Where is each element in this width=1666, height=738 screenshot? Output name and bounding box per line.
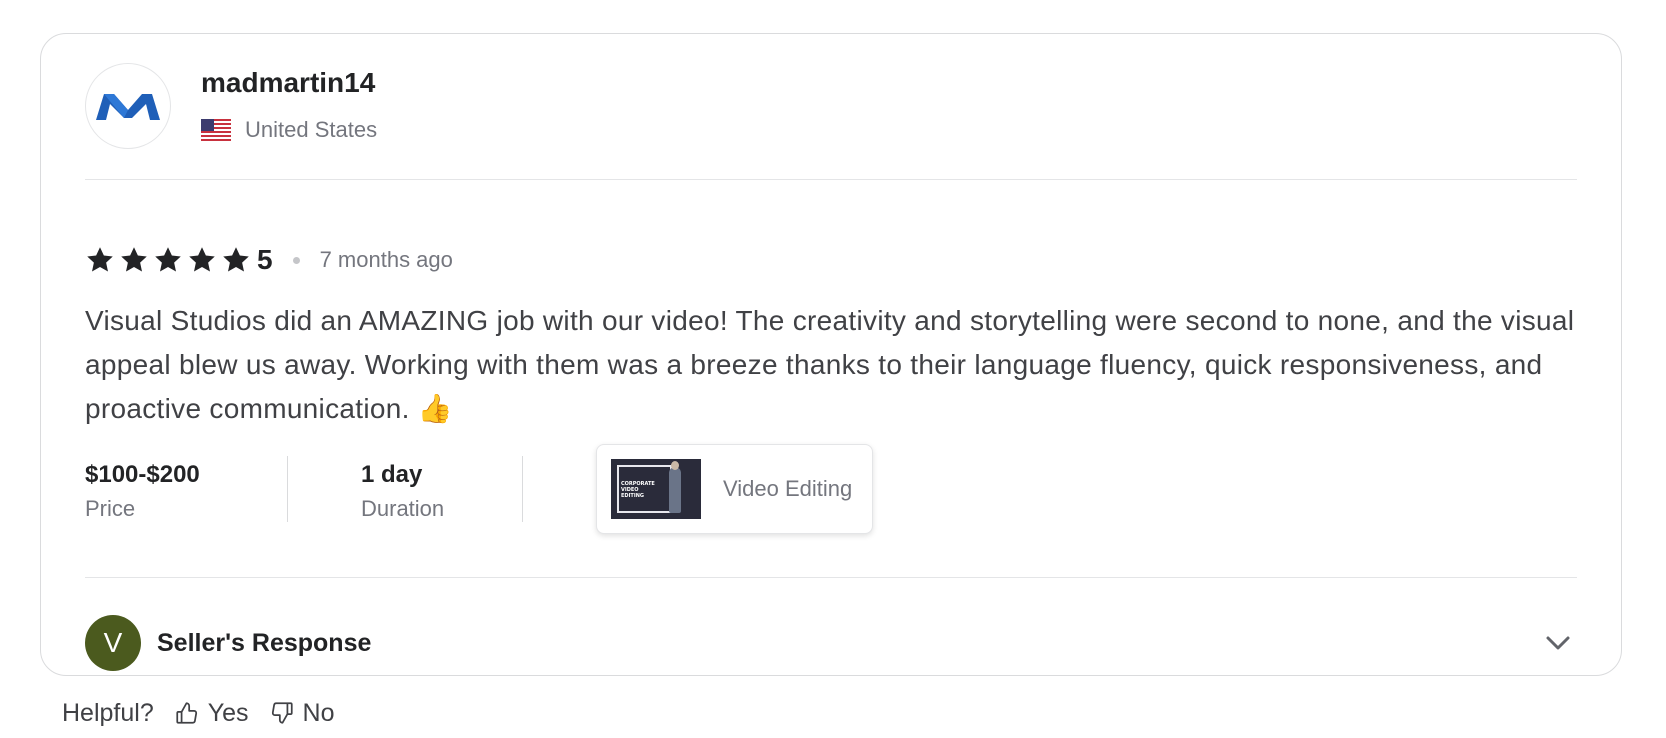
chevron-down-icon[interactable]	[1543, 628, 1573, 658]
gig-card[interactable]: CORPORATE VIDEO EDITING Video Editing	[596, 444, 873, 534]
price-value: $100-$200	[85, 461, 200, 488]
reviewer-header: madmartin14 United States	[85, 63, 1577, 180]
duration-value: 1 day	[361, 461, 423, 488]
m-logo-icon	[96, 94, 160, 120]
thumbnail-figure	[669, 467, 681, 513]
review-text: Visual Studios did an AMAZING job with o…	[85, 305, 1575, 424]
helpful-label: Helpful?	[62, 698, 154, 727]
review-time: 7 months ago	[319, 247, 453, 272]
review-meta: $100-$200 Price 1 day Duration CORPORATE…	[85, 444, 873, 546]
separator-dot	[292, 256, 300, 264]
helpful-yes-label: Yes	[207, 698, 249, 727]
star-icon	[155, 247, 181, 272]
helpful-yes-button[interactable]: Yes	[174, 699, 249, 728]
star-icon	[87, 247, 113, 272]
star-icon	[121, 247, 147, 272]
seller-response-toggle[interactable]: V Seller's Response	[85, 614, 1577, 672]
review-card: madmartin14 United States 5 7 months ago…	[40, 33, 1622, 676]
seller-avatar: V	[85, 615, 141, 671]
star-icon	[223, 247, 249, 272]
rating-row: 5 7 months ago	[85, 242, 453, 278]
helpful-no-button[interactable]: No	[269, 699, 335, 728]
star-rating	[85, 245, 251, 275]
gig-name: Video Editing	[723, 476, 853, 501]
us-flag-icon	[201, 119, 231, 141]
helpful-no-label: No	[302, 698, 335, 727]
gig-thumbnail: CORPORATE VIDEO EDITING	[611, 459, 701, 519]
price-label: Price	[85, 496, 136, 521]
seller-response-label: Seller's Response	[157, 628, 372, 657]
country-name: United States	[245, 117, 378, 142]
thumbs-up-icon	[176, 702, 197, 724]
reviewer-avatar[interactable]	[85, 63, 171, 149]
divider	[85, 577, 1577, 578]
reviewer-username[interactable]: madmartin14	[201, 63, 375, 103]
reviewer-country: United States	[201, 115, 377, 145]
thumbnail-title: CORPORATE VIDEO EDITING	[621, 481, 655, 499]
price-info: $100-$200 Price	[85, 456, 288, 522]
helpful-row: Helpful? Yes No	[62, 696, 335, 730]
rating-value: 5	[257, 244, 273, 275]
duration-info: 1 day Duration	[288, 456, 523, 522]
star-icon	[189, 247, 215, 272]
thumbnail-figure-head	[671, 461, 679, 470]
duration-label: Duration	[361, 496, 445, 521]
thumbs-down-icon	[271, 702, 293, 724]
